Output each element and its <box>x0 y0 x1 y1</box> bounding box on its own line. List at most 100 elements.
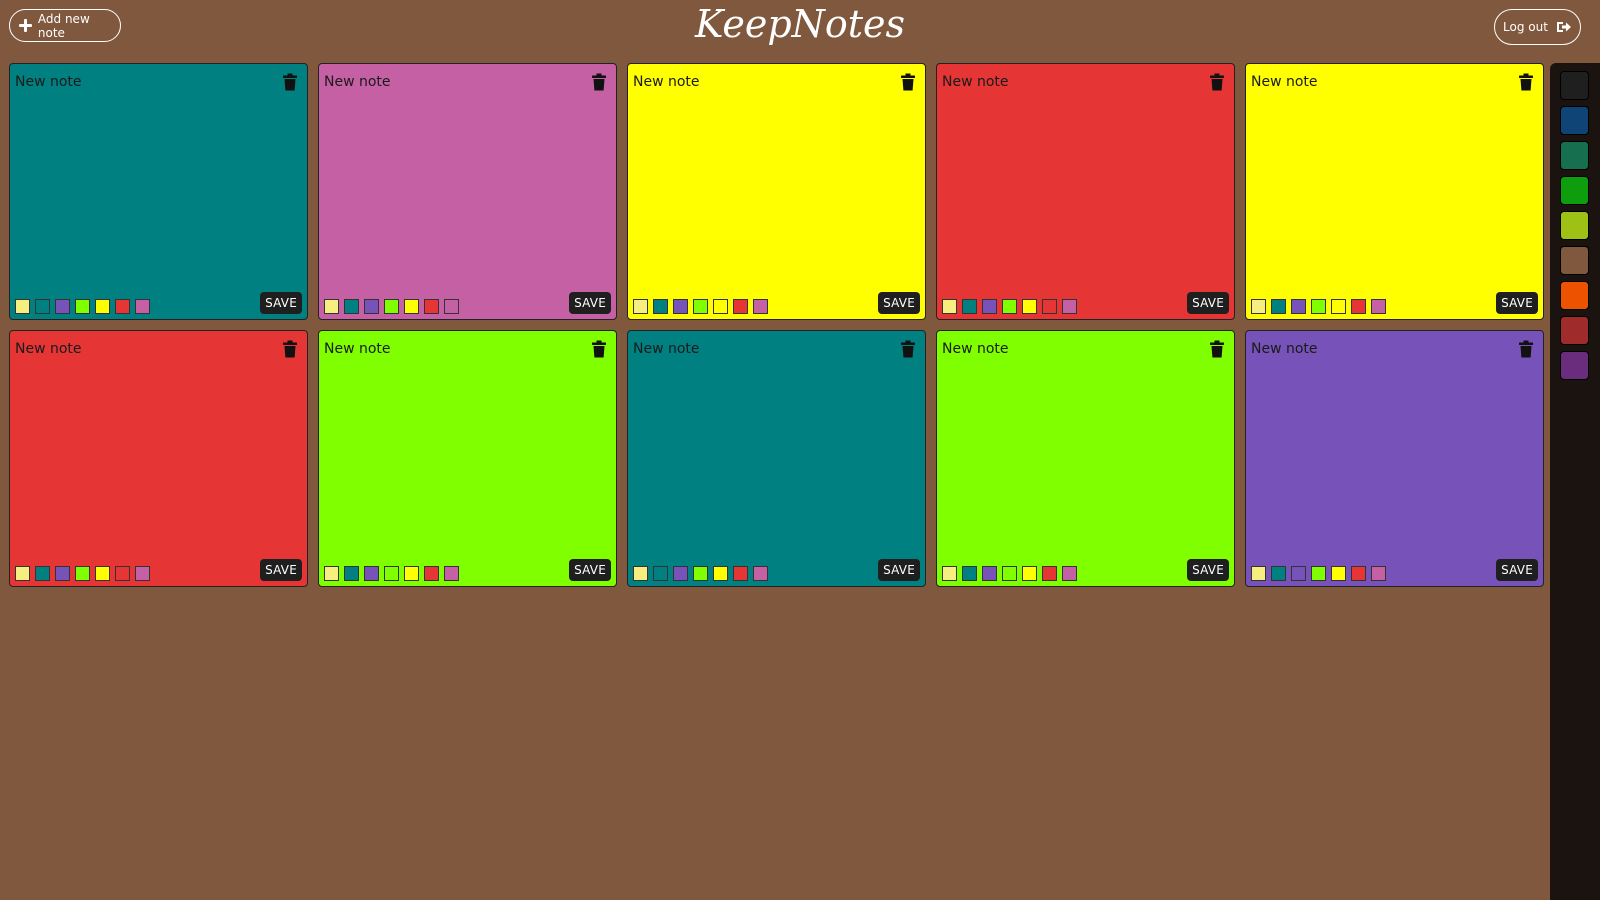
color-swatch[interactable] <box>135 299 150 314</box>
note-title[interactable]: New note <box>942 74 1009 90</box>
save-button[interactable]: SAVE <box>1496 292 1538 314</box>
trash-icon[interactable] <box>1518 340 1534 358</box>
color-swatch[interactable] <box>424 299 439 314</box>
color-swatch[interactable] <box>733 299 748 314</box>
theme-color-swatch[interactable] <box>1560 106 1589 135</box>
color-swatch[interactable] <box>653 566 668 581</box>
note-title[interactable]: New note <box>324 341 391 357</box>
color-swatch[interactable] <box>942 299 957 314</box>
color-swatch[interactable] <box>35 566 50 581</box>
note-card[interactable]: New note SAVE <box>936 63 1235 320</box>
color-swatch[interactable] <box>1311 299 1326 314</box>
color-swatch[interactable] <box>1331 299 1346 314</box>
note-title[interactable]: New note <box>633 74 700 90</box>
save-button[interactable]: SAVE <box>569 292 611 314</box>
color-swatch[interactable] <box>633 299 648 314</box>
trash-icon[interactable] <box>1209 340 1225 358</box>
note-title[interactable]: New note <box>633 341 700 357</box>
color-swatch[interactable] <box>733 566 748 581</box>
color-swatch[interactable] <box>753 299 768 314</box>
color-swatch[interactable] <box>404 566 419 581</box>
color-swatch[interactable] <box>344 566 359 581</box>
save-button[interactable]: SAVE <box>1187 559 1229 581</box>
note-title[interactable]: New note <box>15 341 82 357</box>
color-swatch[interactable] <box>962 299 977 314</box>
color-swatch[interactable] <box>1251 566 1266 581</box>
color-swatch[interactable] <box>673 299 688 314</box>
theme-color-swatch[interactable] <box>1560 281 1589 310</box>
color-swatch[interactable] <box>753 566 768 581</box>
color-swatch[interactable] <box>384 299 399 314</box>
color-swatch[interactable] <box>15 299 30 314</box>
note-title[interactable]: New note <box>1251 74 1318 90</box>
theme-color-swatch[interactable] <box>1560 71 1589 100</box>
trash-icon[interactable] <box>1518 73 1534 91</box>
color-swatch[interactable] <box>35 299 50 314</box>
save-button[interactable]: SAVE <box>260 559 302 581</box>
save-button[interactable]: SAVE <box>1496 559 1538 581</box>
color-swatch[interactable] <box>1022 566 1037 581</box>
color-swatch[interactable] <box>1351 566 1366 581</box>
save-button[interactable]: SAVE <box>260 292 302 314</box>
theme-color-swatch[interactable] <box>1560 141 1589 170</box>
theme-color-swatch[interactable] <box>1560 211 1589 240</box>
color-swatch[interactable] <box>1271 299 1286 314</box>
note-card[interactable]: New note SAVE <box>9 63 308 320</box>
color-swatch[interactable] <box>1062 566 1077 581</box>
color-swatch[interactable] <box>713 299 728 314</box>
color-swatch[interactable] <box>424 566 439 581</box>
color-swatch[interactable] <box>95 566 110 581</box>
trash-icon[interactable] <box>282 73 298 91</box>
note-card[interactable]: New note SAVE <box>318 330 617 587</box>
color-swatch[interactable] <box>404 299 419 314</box>
color-swatch[interactable] <box>324 566 339 581</box>
theme-color-swatch[interactable] <box>1560 246 1589 275</box>
color-swatch[interactable] <box>115 299 130 314</box>
color-swatch[interactable] <box>982 299 997 314</box>
color-swatch[interactable] <box>1311 566 1326 581</box>
color-swatch[interactable] <box>324 299 339 314</box>
color-swatch[interactable] <box>713 566 728 581</box>
note-title[interactable]: New note <box>1251 341 1318 357</box>
note-card[interactable]: New note SAVE <box>9 330 308 587</box>
color-swatch[interactable] <box>15 566 30 581</box>
note-title[interactable]: New note <box>324 74 391 90</box>
note-card[interactable]: New note SAVE <box>318 63 617 320</box>
color-swatch[interactable] <box>1042 299 1057 314</box>
save-button[interactable]: SAVE <box>1187 292 1229 314</box>
color-swatch[interactable] <box>364 299 379 314</box>
logout-button[interactable]: Log out <box>1494 9 1581 45</box>
save-button[interactable]: SAVE <box>878 559 920 581</box>
color-swatch[interactable] <box>1351 299 1366 314</box>
note-card[interactable]: New note SAVE <box>1245 63 1544 320</box>
color-swatch[interactable] <box>1271 566 1286 581</box>
color-swatch[interactable] <box>1371 299 1386 314</box>
note-card[interactable]: New note SAVE <box>1245 330 1544 587</box>
trash-icon[interactable] <box>900 73 916 91</box>
color-swatch[interactable] <box>1291 299 1306 314</box>
color-swatch[interactable] <box>444 299 459 314</box>
save-button[interactable]: SAVE <box>878 292 920 314</box>
color-swatch[interactable] <box>693 299 708 314</box>
color-swatch[interactable] <box>444 566 459 581</box>
trash-icon[interactable] <box>1209 73 1225 91</box>
trash-icon[interactable] <box>591 340 607 358</box>
trash-icon[interactable] <box>591 73 607 91</box>
color-swatch[interactable] <box>135 566 150 581</box>
theme-color-swatch[interactable] <box>1560 351 1589 380</box>
color-swatch[interactable] <box>115 566 130 581</box>
note-card[interactable]: New note SAVE <box>936 330 1235 587</box>
trash-icon[interactable] <box>282 340 298 358</box>
color-swatch[interactable] <box>1251 299 1266 314</box>
color-swatch[interactable] <box>942 566 957 581</box>
color-swatch[interactable] <box>962 566 977 581</box>
note-title[interactable]: New note <box>942 341 1009 357</box>
color-swatch[interactable] <box>653 299 668 314</box>
color-swatch[interactable] <box>633 566 648 581</box>
theme-color-swatch[interactable] <box>1560 316 1589 345</box>
color-swatch[interactable] <box>1062 299 1077 314</box>
note-title[interactable]: New note <box>15 74 82 90</box>
color-swatch[interactable] <box>1291 566 1306 581</box>
color-swatch[interactable] <box>344 299 359 314</box>
save-button[interactable]: SAVE <box>569 559 611 581</box>
